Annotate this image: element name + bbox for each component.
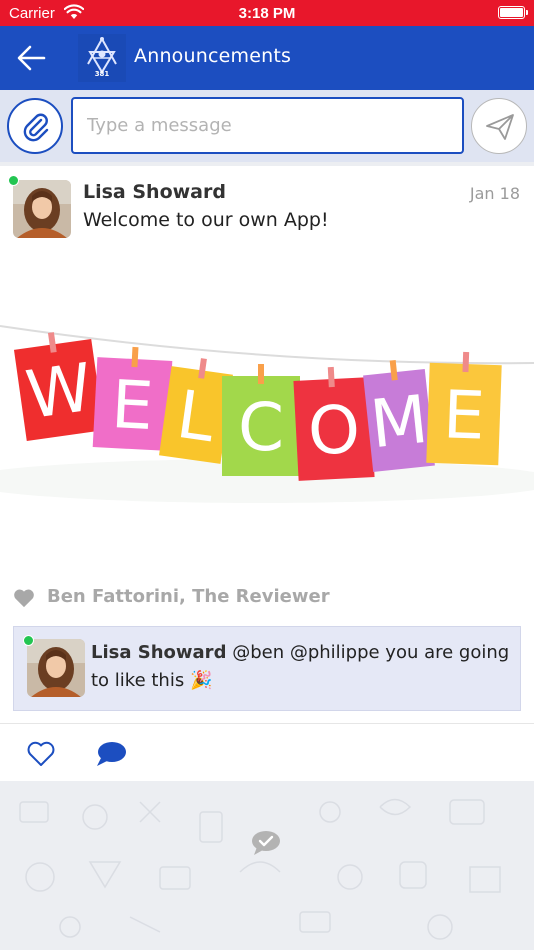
banner-flag: E <box>426 351 502 466</box>
portrait-image <box>13 180 71 238</box>
paper-plane-icon <box>486 114 514 140</box>
author-avatar[interactable] <box>13 180 71 238</box>
likes-text[interactable]: Ben Fattorini, The Reviewer <box>47 586 330 607</box>
arrow-left-icon <box>17 45 46 71</box>
back-button[interactable] <box>14 42 48 74</box>
heart-outline-icon <box>27 741 55 766</box>
comment-text-block: Lisa Showard @ben @philippe you are goin… <box>91 639 511 695</box>
online-status-dot <box>8 175 19 186</box>
banner-letter: M <box>367 381 432 464</box>
online-status-dot <box>23 635 34 646</box>
banner-letter: C <box>238 389 284 466</box>
comment: Lisa Showard @ben @philippe you are goin… <box>13 626 521 711</box>
send-button[interactable] <box>471 98 527 154</box>
banner-flag: E <box>92 346 173 451</box>
seen-check-bubble-icon <box>252 831 280 855</box>
banner-flag: O <box>293 366 375 481</box>
attach-button[interactable] <box>7 98 63 154</box>
comment-avatar[interactable] <box>27 639 85 697</box>
banner-letter: E <box>442 376 486 454</box>
post-text: Welcome to our own App! <box>83 209 329 231</box>
message-composer <box>0 90 534 162</box>
banner-letter: E <box>110 366 156 445</box>
nav-bar: 381 Announcements <box>0 26 534 90</box>
post-date: Jan 18 <box>469 184 520 203</box>
status-bar: Carrier 3:18 PM <box>0 0 534 26</box>
organization-logo: 381 <box>78 34 126 82</box>
welcome-banner-image[interactable]: WELCOME <box>0 306 534 536</box>
post-card: Lisa Showard Jan 18 Welcome to our own A… <box>0 166 534 781</box>
portrait-image <box>27 639 85 697</box>
post-author-name[interactable]: Lisa Showard <box>83 181 226 203</box>
logo-number: 381 <box>94 70 110 78</box>
banner-letter: O <box>306 391 362 471</box>
page-title: Announcements <box>134 45 292 67</box>
background-pattern <box>0 782 534 950</box>
comment-author-name[interactable]: Lisa Showard <box>91 642 226 663</box>
battery-icon <box>498 6 528 19</box>
paperclip-icon <box>23 113 49 142</box>
speech-bubble-icon <box>97 742 126 766</box>
message-input[interactable] <box>71 97 464 154</box>
divider <box>0 723 534 724</box>
comment-button[interactable] <box>95 739 127 769</box>
banner-letter: W <box>22 349 97 434</box>
like-button[interactable] <box>26 740 56 768</box>
clock: 3:18 PM <box>238 5 296 22</box>
heart-filled-icon <box>14 589 34 608</box>
banner-flag: C <box>222 364 300 476</box>
